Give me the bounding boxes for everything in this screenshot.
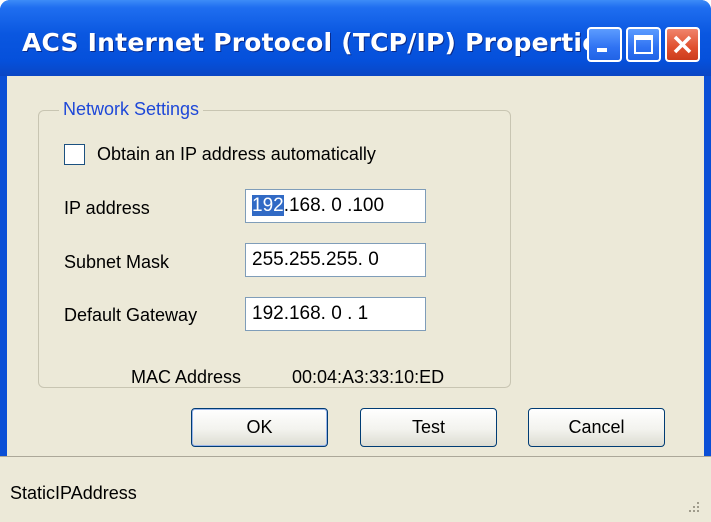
- minimize-icon: [597, 48, 607, 52]
- ip-address-field[interactable]: 192.168. 0 .100: [245, 189, 426, 223]
- window-title: ACS Internet Protocol (TCP/IP) Propertie…: [22, 28, 615, 57]
- default-gateway-label: Default Gateway: [64, 305, 198, 325]
- title-bar[interactable]: ACS Internet Protocol (TCP/IP) Propertie…: [0, 0, 711, 76]
- close-icon: [673, 35, 692, 54]
- resize-grip-icon[interactable]: [685, 498, 701, 514]
- status-text: StaticIPAddress: [10, 483, 137, 503]
- obtain-ip-label[interactable]: Obtain an IP address automatically: [97, 144, 376, 165]
- ip-address-selected-octet: 192: [252, 195, 284, 216]
- ip-address-label: IP address: [64, 198, 150, 218]
- test-button[interactable]: Test: [360, 408, 497, 447]
- close-button[interactable]: [665, 27, 700, 62]
- default-gateway-field[interactable]: 192.168. 0 . 1: [245, 297, 426, 331]
- status-bar: StaticIPAddress: [0, 456, 711, 522]
- dialog-window: ACS Internet Protocol (TCP/IP) Propertie…: [0, 0, 711, 522]
- subnet-mask-label: Subnet Mask: [64, 252, 170, 272]
- ip-address-rest: .168. 0 .100: [283, 195, 385, 216]
- dialog-body: Network Settings Obtain an IP address au…: [7, 76, 704, 456]
- cancel-button[interactable]: Cancel: [528, 408, 665, 447]
- maximize-button[interactable]: [626, 27, 661, 62]
- minimize-button[interactable]: [587, 27, 622, 62]
- maximize-icon: [634, 35, 653, 54]
- mac-address-label: MAC Address: [131, 367, 242, 387]
- ok-button[interactable]: OK: [191, 408, 328, 447]
- obtain-ip-checkbox[interactable]: [64, 144, 85, 165]
- mac-address-value: 00:04:A3:33:10:ED: [292, 367, 445, 387]
- subnet-mask-field[interactable]: 255.255.255. 0: [245, 243, 426, 277]
- network-settings-legend: Network Settings: [59, 99, 204, 120]
